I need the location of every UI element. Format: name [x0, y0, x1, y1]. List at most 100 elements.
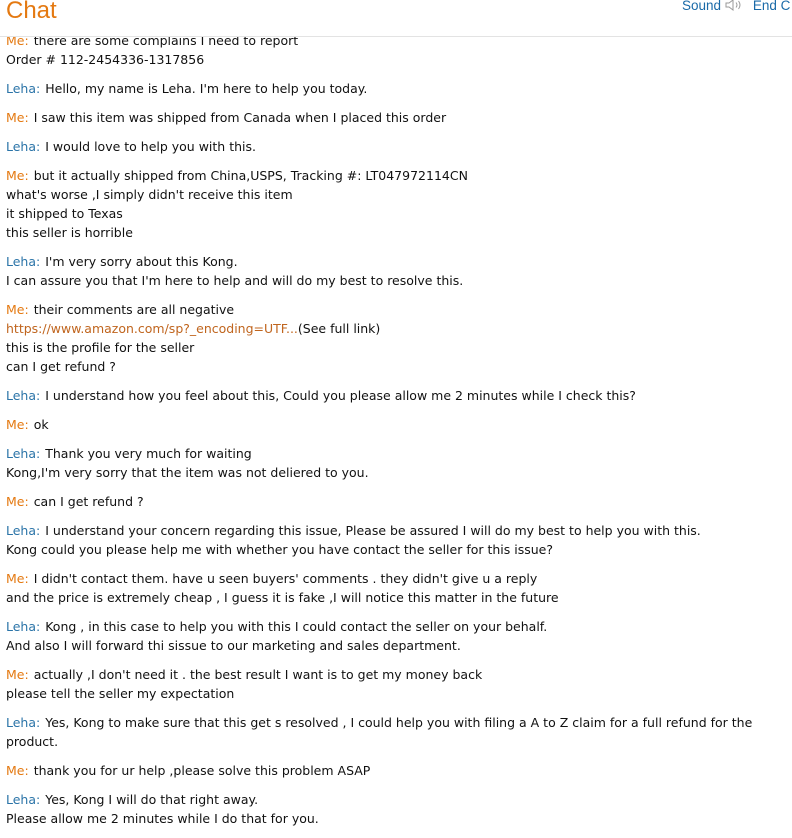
message-line: Me: I saw this item was shipped from Cana… — [6, 108, 770, 127]
message-line: Leha: I understand how you feel about thi… — [6, 386, 770, 405]
message-text: what's worse ,I simply didn't receive th… — [6, 187, 293, 202]
speaker-label: Me: — [6, 763, 29, 778]
chat-message: Me: can I get refund ? — [6, 492, 790, 511]
message-line: Me: can I get refund ? — [6, 492, 770, 511]
message-text: I didn't contact them. have u seen buyer… — [33, 571, 538, 586]
message-line: and the price is extremely cheap , I gue… — [6, 588, 770, 607]
message-text: Kong,I'm very sorry that the item was no… — [6, 465, 369, 480]
message-line: it shipped to Texas — [6, 204, 770, 223]
speaker-label: Leha: — [6, 81, 41, 96]
speaker-label: Leha: — [6, 139, 41, 154]
speaker-icon — [725, 0, 741, 11]
message-text: I understand your concern regarding this… — [45, 523, 701, 538]
chat-message: Leha: I understand your concern regarding… — [6, 521, 790, 559]
message-line: I can assure you that I'm here to help a… — [6, 271, 770, 290]
message-line: Leha: I'm very sorry about this Kong. — [6, 252, 770, 271]
see-full-link-button[interactable]: (See full link) — [298, 321, 380, 336]
chat-message: Leha: I would love to help you with this. — [6, 137, 790, 156]
message-text: it shipped to Texas — [6, 206, 123, 221]
chat-message: Leha: Kong , in this case to help you wit… — [6, 617, 790, 655]
speaker-label: Me: — [6, 110, 29, 125]
chat-message: Leha: Hello, my name is Leha. I'm here to… — [6, 79, 790, 98]
speaker-label: Leha: — [6, 254, 41, 269]
message-line: Please allow me 2 minutes while I do tha… — [6, 809, 770, 828]
header-controls: Sound End C — [682, 0, 790, 14]
message-text: I'm very sorry about this Kong. — [45, 254, 238, 269]
chat-message: Me: their comments are all negative https:… — [6, 300, 790, 376]
message-text: ok — [33, 417, 49, 432]
message-text: Thank you very much for waiting — [45, 446, 252, 461]
message-text: and the price is extremely cheap , I gue… — [6, 590, 559, 605]
message-line: Leha: I understand your concern regarding… — [6, 521, 770, 540]
message-text: I saw this item was shipped from Canada … — [33, 110, 447, 125]
message-line: And also I will forward thi sissue to ou… — [6, 636, 770, 655]
speaker-label: Leha: — [6, 619, 41, 634]
message-text: Please allow me 2 minutes while I do tha… — [6, 811, 319, 826]
chat-message: Me: I saw this item was shipped from Cana… — [6, 108, 790, 127]
message-text: their comments are all negative — [33, 302, 235, 317]
chat-message: Leha: Yes, Kong to make sure that this ge… — [6, 713, 790, 751]
chat-message: Me: thank you for ur help ,please solve t… — [6, 761, 790, 780]
chat-message: Me: but it actually shipped from China,US… — [6, 166, 790, 242]
message-text: Kong could you please help me with wheth… — [6, 542, 554, 557]
message-line: Kong could you please help me with wheth… — [6, 540, 770, 559]
message-line: Leha: Hello, my name is Leha. I'm here to… — [6, 79, 770, 98]
message-text: thank you for ur help ,please solve this… — [33, 763, 371, 778]
message-text: Yes, Kong to make sure that this get s r… — [6, 715, 757, 749]
message-text: Order # 112-2454336-1317856 — [6, 52, 205, 67]
speaker-label: Leha: — [6, 792, 41, 807]
sound-label: Sound — [682, 0, 722, 13]
message-text: can I get refund ? — [6, 359, 116, 374]
speaker-label: Me: — [6, 417, 29, 432]
message-line: Me: actually ,I don't need it . the best … — [6, 665, 770, 684]
message-text: this is the profile for the seller — [6, 340, 195, 355]
message-line: Leha: Yes, Kong to make sure that this ge… — [6, 713, 770, 751]
message-text: I can assure you that I'm here to help a… — [6, 273, 464, 288]
chat-message: Me: I didn't contact them. have u seen bu… — [6, 569, 790, 607]
seller-profile-link[interactable]: https://www.amazon.com/sp?_encoding=UTF.… — [6, 321, 298, 336]
message-line: Me: thank you for ur help ,please solve t… — [6, 761, 770, 780]
chat-header: Chat Sound End C — [0, 0, 792, 37]
chat-message: Leha: I understand how you feel about thi… — [6, 386, 790, 405]
chat-transcript: Me: there are some complains I need to re… — [6, 31, 790, 838]
speaker-label: Me: — [6, 571, 29, 586]
message-text: please tell the seller my expectation — [6, 686, 235, 701]
message-text: I would love to help you with this. — [45, 139, 256, 154]
message-line: Leha: Thank you very much for waiting — [6, 444, 770, 463]
message-text: Hello, my name is Leha. I'm here to help… — [45, 81, 368, 96]
message-line: please tell the seller my expectation — [6, 684, 770, 703]
message-text: And also I will forward thi sissue to ou… — [6, 638, 461, 653]
message-line: https://www.amazon.com/sp?_encoding=UTF.… — [6, 319, 770, 338]
sound-toggle-button[interactable]: Sound — [682, 0, 753, 13]
message-line: Leha: I would love to help you with this. — [6, 137, 770, 156]
message-line: this is the profile for the seller — [6, 338, 770, 357]
speaker-label: Leha: — [6, 715, 41, 730]
speaker-label: Me: — [6, 667, 29, 682]
message-text: Kong , in this case to help you with thi… — [45, 619, 548, 634]
chat-message: Leha: Yes, Kong I will do that right away… — [6, 790, 790, 828]
message-line: Me: their comments are all negative — [6, 300, 770, 319]
message-line: Leha: Yes, Kong I will do that right away… — [6, 790, 770, 809]
chat-message: Me: actually ,I don't need it . the best … — [6, 665, 790, 703]
chat-message: Me: ok — [6, 415, 790, 434]
message-line: Me: I didn't contact them. have u seen bu… — [6, 569, 770, 588]
message-line: Kong,I'm very sorry that the item was no… — [6, 463, 770, 482]
speaker-label: Me: — [6, 168, 29, 183]
speaker-label: Leha: — [6, 523, 41, 538]
message-text: this seller is horrible — [6, 225, 133, 240]
message-text: actually ,I don't need it . the best res… — [33, 667, 483, 682]
message-line: Leha: Kong , in this case to help you wit… — [6, 617, 770, 636]
speaker-label: Me: — [6, 494, 29, 509]
message-line: Me: ok — [6, 415, 770, 434]
message-line: Order # 112-2454336-1317856 — [6, 50, 770, 69]
message-text: I understand how you feel about this, Co… — [45, 388, 636, 403]
message-line: this seller is horrible — [6, 223, 770, 242]
message-text: can I get refund ? — [33, 494, 144, 509]
end-chat-button[interactable]: End C — [753, 0, 791, 13]
message-text: but it actually shipped from China,USPS,… — [33, 168, 468, 183]
message-line: can I get refund ? — [6, 357, 770, 376]
speaker-label: Leha: — [6, 446, 41, 461]
speaker-label: Me: — [6, 302, 29, 317]
message-line: what's worse ,I simply didn't receive th… — [6, 185, 770, 204]
chat-message: Leha: I'm very sorry about this Kong. I ca… — [6, 252, 790, 290]
